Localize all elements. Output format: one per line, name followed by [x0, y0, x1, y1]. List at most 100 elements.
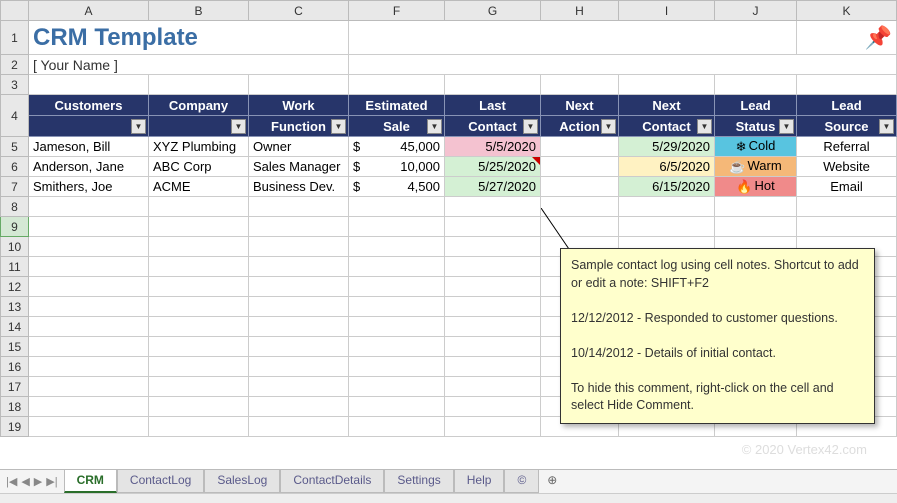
sheet-tab-saleslog[interactable]: SalesLog	[204, 470, 280, 493]
header-function-top[interactable]: Work	[249, 95, 349, 116]
cell-company[interactable]: ACME	[149, 177, 249, 197]
cell-function[interactable]: Sales Manager	[249, 157, 349, 177]
tab-nav-last[interactable]: ▶|	[46, 475, 57, 488]
empty-cell[interactable]	[541, 197, 619, 217]
empty-cell[interactable]	[29, 357, 149, 377]
header-next_contact[interactable]: Contact▼	[619, 116, 715, 137]
empty-cell[interactable]	[619, 217, 715, 237]
empty-cell[interactable]	[445, 197, 541, 217]
header-company-top[interactable]: Company	[149, 95, 249, 116]
empty-cell[interactable]	[445, 317, 541, 337]
empty-cell[interactable]	[249, 217, 349, 237]
cell-customer[interactable]: Smithers, Joe	[29, 177, 149, 197]
filter-icon[interactable]: ▼	[879, 119, 894, 134]
filter-icon[interactable]: ▼	[427, 119, 442, 134]
pin-icon[interactable]: 📌	[797, 21, 897, 55]
empty-cell[interactable]	[445, 217, 541, 237]
cell-lead-source[interactable]: Referral	[797, 137, 897, 157]
empty-cell[interactable]	[445, 417, 541, 437]
cell-next-contact[interactable]: 6/5/2020	[619, 157, 715, 177]
empty-cell[interactable]	[349, 237, 445, 257]
empty-cell[interactable]	[29, 217, 149, 237]
cell-company[interactable]: ABC Corp	[149, 157, 249, 177]
header-lead_status-top[interactable]: Lead	[715, 95, 797, 116]
row-header-18[interactable]: 18	[1, 397, 29, 417]
empty-cell[interactable]	[349, 417, 445, 437]
header-function[interactable]: Function▼	[249, 116, 349, 137]
empty-cell[interactable]	[249, 397, 349, 417]
cell-function[interactable]: Owner	[249, 137, 349, 157]
header-next_action-top[interactable]: Next	[541, 95, 619, 116]
cell-company[interactable]: XYZ Plumbing	[149, 137, 249, 157]
filter-icon[interactable]: ▼	[523, 119, 538, 134]
empty-cell[interactable]	[445, 377, 541, 397]
row-header-19[interactable]: 19	[1, 417, 29, 437]
empty-cell[interactable]	[149, 317, 249, 337]
empty-cell[interactable]	[445, 297, 541, 317]
empty-cell[interactable]	[29, 257, 149, 277]
row-header-11[interactable]: 11	[1, 257, 29, 277]
empty-cell[interactable]	[249, 297, 349, 317]
empty-cell[interactable]	[29, 397, 149, 417]
empty-cell[interactable]	[619, 197, 715, 217]
header-last_contact-top[interactable]: Last	[445, 95, 541, 116]
empty-cell[interactable]	[349, 297, 445, 317]
add-sheet-button[interactable]: ⊕	[539, 470, 565, 493]
col-header-A[interactable]: A	[29, 1, 149, 21]
empty-cell[interactable]	[249, 257, 349, 277]
cell-next-action[interactable]	[541, 177, 619, 197]
empty-cell[interactable]	[445, 397, 541, 417]
empty-cell[interactable]	[29, 377, 149, 397]
cell-next-contact[interactable]: 5/29/2020	[619, 137, 715, 157]
header-customers[interactable]: ▼	[29, 116, 149, 137]
empty-cell[interactable]	[149, 217, 249, 237]
tab-nav-next[interactable]: ▶	[34, 475, 42, 488]
cell-sale[interactable]: $45,000	[349, 137, 445, 157]
empty-cell[interactable]	[149, 297, 249, 317]
row-header-10[interactable]: 10	[1, 237, 29, 257]
empty-cell[interactable]	[29, 277, 149, 297]
cell-lead-status[interactable]: ❄Cold	[715, 137, 797, 157]
empty-cell[interactable]	[29, 237, 149, 257]
row-header-15[interactable]: 15	[1, 337, 29, 357]
empty-cell[interactable]	[541, 217, 619, 237]
empty-cell[interactable]	[149, 337, 249, 357]
tab-nav-first[interactable]: |◀	[6, 475, 17, 488]
col-header-H[interactable]: H	[541, 1, 619, 21]
header-estimated[interactable]: Sale▼	[349, 116, 445, 137]
empty-cell[interactable]	[149, 237, 249, 257]
col-header-I[interactable]: I	[619, 1, 715, 21]
row-header-4[interactable]: 4	[1, 95, 29, 137]
col-header-corner[interactable]	[1, 1, 29, 21]
empty-cell[interactable]	[249, 377, 349, 397]
row-header-5[interactable]: 5	[1, 137, 29, 157]
empty-cell[interactable]	[149, 377, 249, 397]
sheet-tab-crm[interactable]: CRM	[64, 470, 117, 493]
empty-cell[interactable]	[445, 277, 541, 297]
col-header-K[interactable]: K	[797, 1, 897, 21]
cell-lead-source[interactable]: Email	[797, 177, 897, 197]
empty-cell[interactable]	[29, 337, 149, 357]
empty-cell[interactable]	[349, 197, 445, 217]
header-lead_source-top[interactable]: Lead	[797, 95, 897, 116]
row-header-13[interactable]: 13	[1, 297, 29, 317]
col-header-J[interactable]: J	[715, 1, 797, 21]
empty-cell[interactable]	[349, 357, 445, 377]
row-header-7[interactable]: 7	[1, 177, 29, 197]
empty-cell[interactable]	[349, 217, 445, 237]
cell-lead-status[interactable]: ☕Warm	[715, 157, 797, 177]
row-header-2[interactable]: 2	[1, 55, 29, 75]
tab-nav-prev[interactable]: ◀	[21, 475, 29, 488]
empty-cell[interactable]	[249, 337, 349, 357]
row-header-8[interactable]: 8	[1, 197, 29, 217]
cell-next-action[interactable]	[541, 137, 619, 157]
empty-cell[interactable]	[797, 197, 897, 217]
empty-cell[interactable]	[149, 197, 249, 217]
sheet-tab-contactdetails[interactable]: ContactDetails	[280, 470, 384, 493]
filter-icon[interactable]: ▼	[697, 119, 712, 134]
sheet-tab-settings[interactable]: Settings	[384, 470, 453, 493]
row-header-17[interactable]: 17	[1, 377, 29, 397]
header-customers-top[interactable]: Customers	[29, 95, 149, 116]
sheet-tab-contactlog[interactable]: ContactLog	[117, 470, 204, 493]
cell-lead-status[interactable]: 🔥Hot	[715, 177, 797, 197]
